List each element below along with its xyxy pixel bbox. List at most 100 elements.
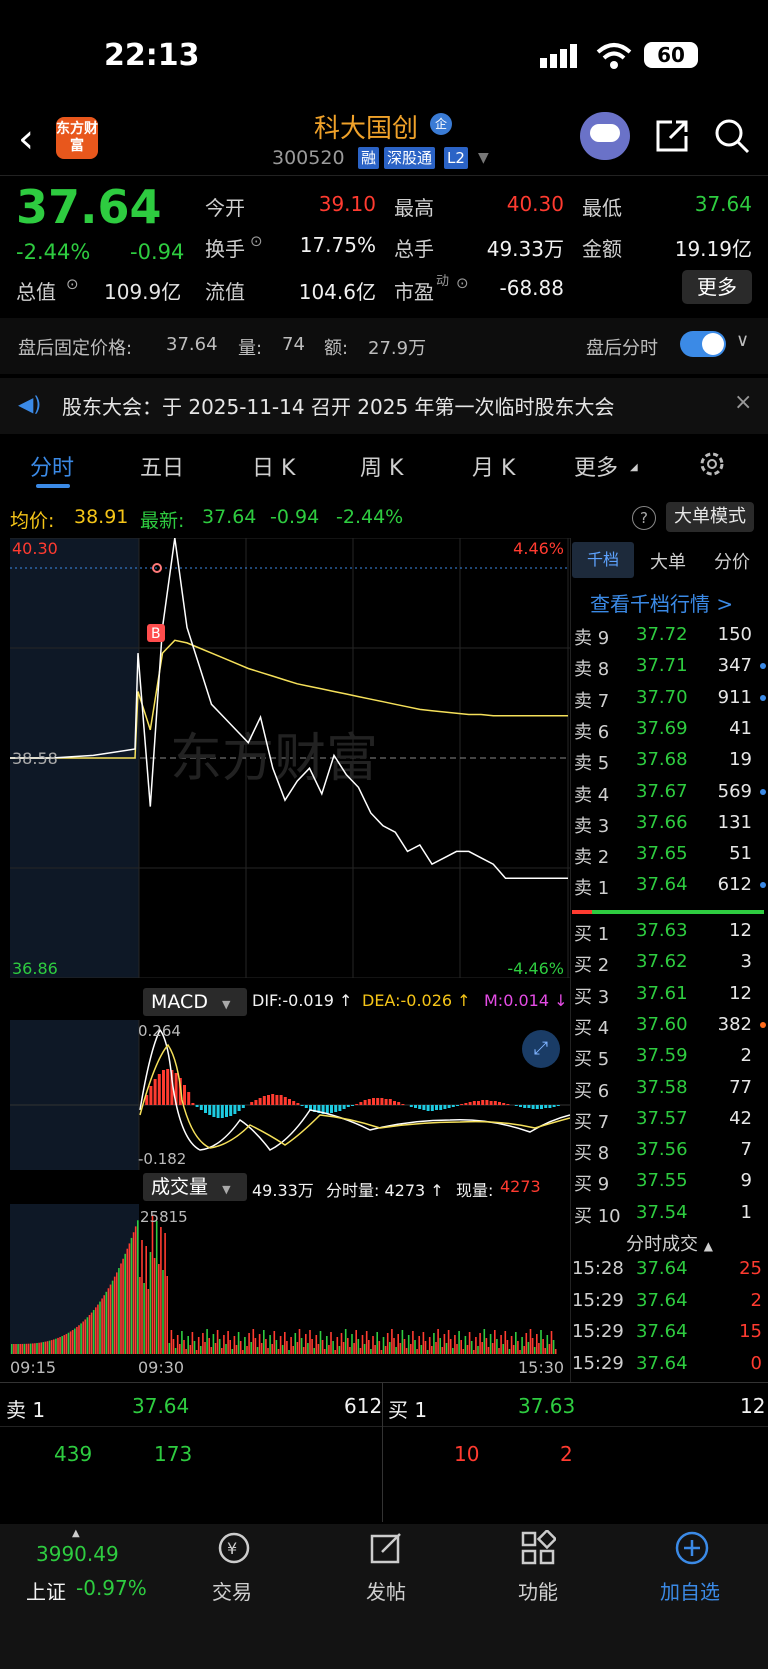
index-name[interactable]: 上证 [26, 1576, 66, 1605]
volume-bar [458, 1331, 460, 1354]
nav-trade[interactable]: 交易 [212, 1576, 252, 1605]
chevron-down-icon[interactable]: ▼ [478, 150, 489, 166]
order-book-row[interactable]: 买 10 37.54 1 [572, 1202, 768, 1233]
volume-indicator-select[interactable]: 成交量 ▼ [143, 1173, 247, 1201]
index-pct[interactable]: -0.97% [76, 1576, 147, 1600]
volume-bar [208, 1338, 210, 1354]
volume-bar [510, 1336, 513, 1354]
volume-bar [185, 1349, 187, 1354]
battery-icon: 60 [644, 42, 698, 68]
nav-add-watchlist[interactable]: 加自选 [660, 1576, 720, 1605]
view-thousand-level-link[interactable]: 查看千档行情 > [590, 588, 733, 617]
intraday-chart[interactable]: 东方财富 B 40.30 38.58 36.86 4.46% -4.46% [10, 538, 570, 978]
add-watchlist-icon[interactable] [674, 1530, 710, 1566]
tab-thousand-level[interactable]: 千档 [572, 542, 634, 578]
tab-intraday[interactable]: 分时 [30, 450, 74, 482]
stock-name[interactable]: 科大国创 [314, 108, 418, 145]
expand-icon[interactable]: ⤢ [522, 1030, 560, 1068]
volume-bar [504, 1331, 507, 1354]
order-book-row[interactable]: 卖 3 37.66 131 [572, 812, 768, 843]
order-book-row[interactable]: 卖 8 37.71 347 [572, 655, 768, 686]
order-dot [760, 1021, 766, 1028]
order-book-row[interactable]: 卖 1 37.64 612 [572, 874, 768, 905]
macd-bar [325, 1105, 329, 1114]
search-icon[interactable] [712, 116, 752, 156]
volume-bar [349, 1347, 351, 1354]
volume-bar [212, 1334, 215, 1354]
order-book-row[interactable]: 卖 6 37.69 41 [572, 718, 768, 749]
volume-total: 49.33万 [252, 1181, 314, 1200]
macd-bar [351, 1105, 354, 1106]
stock-code: 300520 [272, 147, 345, 169]
market-cap-label: 总值 [16, 280, 56, 304]
volume-bar [506, 1340, 509, 1354]
volume-bar [244, 1337, 246, 1354]
info-icon[interactable]: ⊙ [456, 274, 469, 292]
post-icon[interactable] [368, 1530, 404, 1566]
order-book-row[interactable]: 买 1 37.63 12 [572, 920, 768, 951]
volume-bar [391, 1329, 393, 1354]
index-value[interactable]: 3990.49 [36, 1542, 119, 1566]
macd-chart[interactable]: 0.264 -0.182 [10, 1020, 570, 1170]
tab-daily-k[interactable]: 日 K [252, 450, 295, 482]
big-order-mode-button[interactable]: 大单模式 [666, 502, 754, 532]
volume-bar [82, 1321, 84, 1354]
gear-icon[interactable] [696, 448, 728, 480]
order-book-row[interactable]: 买 8 37.56 7 [572, 1139, 768, 1170]
order-book-row[interactable]: 买 6 37.58 77 [572, 1077, 768, 1108]
pe-label: 市盈 [394, 280, 434, 304]
volume-chart[interactable]: 25815 [10, 1204, 570, 1354]
share-icon[interactable] [652, 116, 692, 156]
tick-time: 15:29 [572, 1289, 624, 1311]
ticks-header[interactable]: 分时成交 ▲ [626, 1230, 713, 1256]
level-price: 37.68 [636, 749, 688, 771]
info-icon[interactable]: ⊙ [250, 232, 263, 250]
order-book-row[interactable]: 卖 9 37.72 150 [572, 624, 768, 655]
macd-bar [267, 1095, 270, 1105]
volume-bar [13, 1343, 15, 1354]
order-book-row[interactable]: 卖 4 37.67 569 [572, 781, 768, 812]
tab-five-day[interactable]: 五日 [140, 450, 184, 482]
volume-value: 49.33万 [486, 237, 564, 261]
volume-bar [65, 1333, 68, 1354]
back-button[interactable]: ‹ [18, 116, 34, 162]
tab-big-order[interactable]: 大单 [650, 548, 686, 574]
nav-functions[interactable]: 功能 [518, 1576, 558, 1605]
current-volume: 4273 [500, 1177, 541, 1196]
triangle-icon: ◢ [630, 462, 638, 473]
help-icon[interactable]: ? [632, 506, 656, 530]
volume-bar [452, 1348, 454, 1354]
close-icon[interactable]: × [734, 390, 752, 415]
macd-indicator-select[interactable]: MACD ▼ [143, 988, 247, 1016]
macd-bar [199, 1105, 203, 1110]
volume-bar [124, 1253, 126, 1354]
high-value: 40.30 [506, 192, 564, 216]
order-book-row[interactable]: 买 7 37.57 42 [572, 1108, 768, 1139]
tab-weekly-k[interactable]: 周 K [360, 450, 403, 482]
order-book-row[interactable]: 买 2 37.62 3 [572, 951, 768, 982]
tab-price-split[interactable]: 分价 [714, 548, 750, 574]
order-book-row[interactable]: 买 5 37.59 2 [572, 1045, 768, 1076]
order-book-row[interactable]: 卖 2 37.65 51 [572, 843, 768, 874]
chevron-down-icon[interactable]: ∨ [736, 330, 749, 351]
volume-bar [384, 1346, 387, 1354]
more-button[interactable]: 更多 [682, 270, 752, 304]
order-book-row[interactable]: 卖 5 37.68 19 [572, 749, 768, 780]
nav-post[interactable]: 发帖 [366, 1576, 406, 1605]
tab-more[interactable]: 更多 [574, 450, 618, 482]
volume-bar [187, 1336, 189, 1354]
order-book-row[interactable]: 买 4 37.60 382 [572, 1014, 768, 1045]
order-book-row[interactable]: 买 9 37.55 9 [572, 1170, 768, 1201]
trade-icon[interactable]: ¥ [216, 1530, 252, 1566]
volume-bar [359, 1348, 362, 1354]
order-book-row[interactable]: 卖 7 37.70 911 [572, 687, 768, 718]
apps-icon[interactable] [520, 1530, 556, 1566]
order-book-row[interactable]: 买 3 37.61 12 [572, 983, 768, 1014]
tab-monthly-k[interactable]: 月 K [472, 450, 515, 482]
after-hours-toggle-label: 盘后分时 [586, 338, 658, 359]
level-price: 37.61 [636, 982, 688, 1004]
level-price: 37.57 [636, 1107, 688, 1129]
volume-bar [151, 1215, 154, 1354]
notice-text[interactable]: 股东大会：于 2025-11-14 召开 2025 年第一次临时股东大会 [62, 391, 615, 420]
info-icon[interactable]: ⊙ [66, 275, 79, 293]
